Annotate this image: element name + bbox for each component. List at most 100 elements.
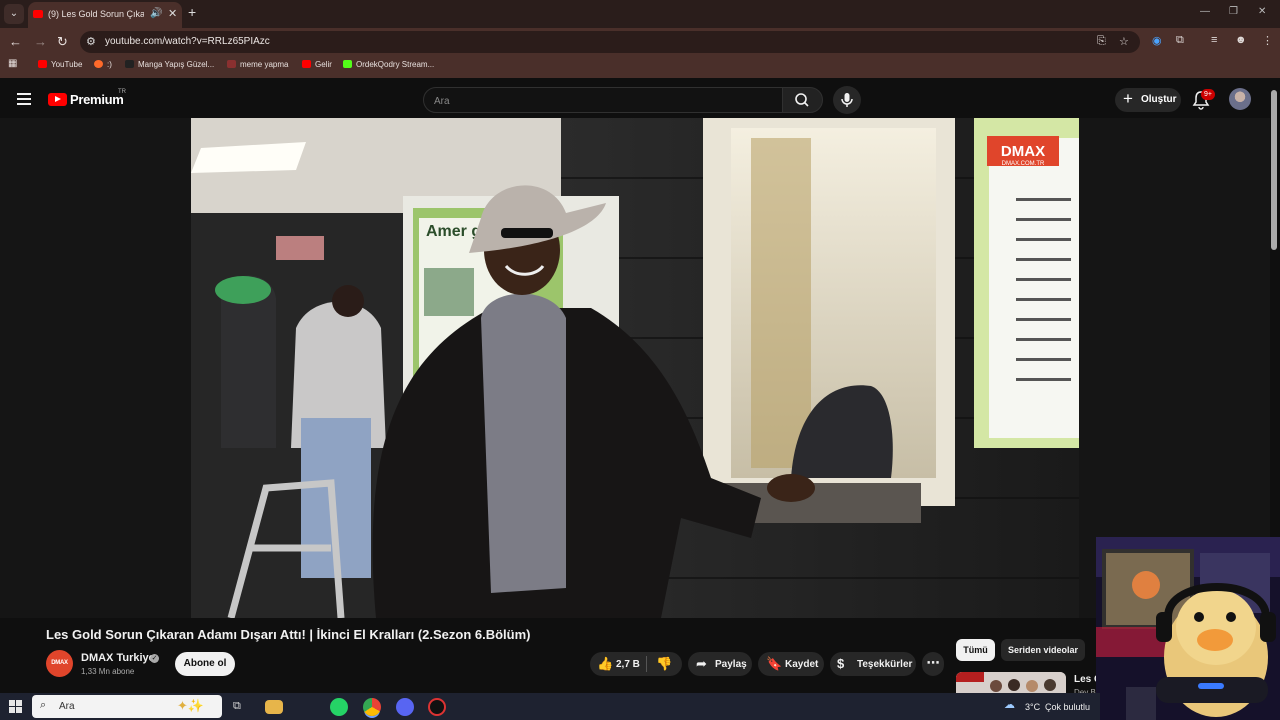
menu-icon[interactable]: [17, 93, 31, 105]
windows-taskbar: ⌕ Ara ✦✨ ⧉: [0, 693, 1100, 720]
bookmark-smiley[interactable]: :): [94, 60, 112, 69]
url-text: youtube.com/watch?v=RRLz65PIAzc: [105, 36, 270, 47]
search-button[interactable]: [782, 87, 823, 113]
bookmark-meme[interactable]: meme yapma: [227, 60, 288, 69]
bookmark-star-icon[interactable]: ☆: [1119, 35, 1129, 48]
tab-strip: ⌄ (9) Les Gold Sorun Çıkaran 🔊 ✕ + — ❐ ✕: [0, 0, 1280, 28]
like-divider: [646, 656, 647, 672]
thanks-button[interactable]: $ Teşekkürler: [830, 652, 916, 676]
reload-button[interactable]: ↻: [57, 34, 68, 50]
youtube-logo-icon[interactable]: [48, 93, 67, 106]
profile-icon[interactable]: ☻: [1235, 34, 1247, 46]
extensions-puzzle-icon[interactable]: ⧉: [1176, 34, 1184, 47]
verified-badge-icon: ✓: [150, 654, 159, 663]
active-tab[interactable]: (9) Les Gold Sorun Çıkaran 🔊 ✕: [28, 2, 182, 28]
close-window-button[interactable]: ✕: [1258, 6, 1266, 17]
like-dislike-group: 👍 2,7 B 👎: [590, 652, 682, 676]
subscriber-count: 1,33 Mn abone: [81, 667, 135, 676]
share-icon: ➦: [696, 656, 707, 671]
microphone-icon: [841, 93, 853, 107]
weather-description: Çok bulutlu: [1045, 702, 1091, 712]
youtube-favicon-icon: [33, 10, 43, 18]
speaker-icon[interactable]: 🔊: [150, 8, 162, 19]
subscribe-button[interactable]: Abone ol: [175, 652, 235, 676]
video-player[interactable]: Amer gives DMAX DMAX.COM.TR: [0, 118, 1270, 618]
whatsapp-icon[interactable]: [330, 698, 348, 716]
page-scrollbar[interactable]: [1271, 90, 1277, 250]
create-button[interactable]: + Oluştur: [1115, 88, 1181, 112]
reading-list-icon[interactable]: ≡: [1211, 34, 1217, 46]
chrome-menu-icon[interactable]: ⋮: [1262, 34, 1273, 47]
save-button[interactable]: 🔖 Kaydet: [758, 652, 824, 676]
save-label: Kaydet: [785, 659, 819, 670]
account-avatar[interactable]: [1229, 88, 1251, 110]
thanks-label: Teşekkürler: [857, 659, 913, 670]
logo-text[interactable]: Premium: [70, 92, 124, 107]
video-still: Amer gives DMAX DMAX.COM.TR: [191, 118, 1079, 618]
weather-temperature: 3°C: [1025, 702, 1041, 712]
site-info-icon[interactable]: ⚙: [86, 35, 96, 48]
taskbar-search-label: Ara: [59, 701, 75, 712]
video-frame[interactable]: Amer gives DMAX DMAX.COM.TR: [191, 118, 1079, 618]
tab-title: (9) Les Gold Sorun Çıkaran: [48, 9, 144, 19]
taskbar-search[interactable]: ⌕ Ara ✦✨: [32, 695, 222, 718]
search-input[interactable]: [434, 93, 764, 109]
dislike-icon[interactable]: 👎: [656, 656, 672, 672]
install-app-icon[interactable]: ⎘: [1097, 35, 1106, 48]
thanks-icon: $: [837, 656, 845, 671]
voice-search-button[interactable]: [833, 86, 861, 114]
like-count[interactable]: 2,7 B: [616, 659, 640, 670]
bookmark-kick-stream[interactable]: OrdekQodry Stream...: [343, 60, 434, 69]
weather-icon: ☁: [1004, 699, 1015, 711]
apps-grid-icon[interactable]: ▦: [8, 58, 17, 69]
extension-icon[interactable]: ◉: [1152, 34, 1162, 47]
channel-avatar[interactable]: DMAX: [46, 650, 73, 677]
video-title: Les Gold Sorun Çıkaran Adamı Dışarı Attı…: [46, 627, 531, 642]
search-icon: [795, 93, 809, 107]
dmax-watermark-sub: DMAX.COM.TR: [1002, 161, 1045, 167]
tab-search-button[interactable]: ⌄: [4, 4, 24, 24]
youtube-masthead: Premium TR + Oluştur 9+: [0, 81, 1280, 119]
bookmarks-bar: ▦ YouTube :) Manga Yapış Güzel... meme y…: [0, 56, 1280, 78]
minimize-button[interactable]: —: [1200, 6, 1210, 17]
file-explorer-icon[interactable]: [265, 700, 283, 714]
bookmark-youtube[interactable]: YouTube: [38, 60, 82, 69]
plus-icon: +: [1123, 89, 1133, 108]
address-bar[interactable]: ⚙ youtube.com/watch?v=RRLz65PIAzc ⎘ ☆: [80, 31, 1140, 53]
browser-toolbar: ← → ↻ ⚙ youtube.com/watch?v=RRLz65PIAzc …: [0, 28, 1280, 56]
webcam-overlay: [1096, 537, 1280, 720]
recommended-video-thumbnail[interactable]: [956, 672, 1066, 694]
chrome-icon[interactable]: [363, 698, 381, 716]
webcam-image: [1096, 537, 1280, 720]
task-view-icon[interactable]: ⧉: [233, 700, 241, 713]
bookmark-gelir[interactable]: Gelir: [302, 60, 332, 69]
search-highlight-icon: ✦✨: [177, 698, 205, 713]
search-box[interactable]: [423, 87, 783, 113]
restore-button[interactable]: ❐: [1229, 6, 1238, 17]
like-icon[interactable]: 👍: [597, 656, 613, 672]
manga-site-icon: [125, 60, 134, 68]
share-button[interactable]: ➦ Paylaş: [688, 652, 752, 676]
share-label: Paylaş: [715, 659, 747, 670]
meme-site-icon: [227, 60, 236, 68]
close-tab-icon[interactable]: ✕: [168, 7, 177, 20]
search-icon: ⌕: [40, 699, 47, 711]
orange-circle-icon: [94, 60, 103, 68]
bookmark-manga[interactable]: Manga Yapış Güzel...: [125, 60, 214, 69]
new-tab-button[interactable]: +: [188, 4, 196, 20]
back-button[interactable]: ←: [9, 34, 22, 49]
discord-icon[interactable]: [396, 698, 414, 716]
notification-badge: 9+: [1201, 89, 1215, 100]
chip-all[interactable]: Tümü: [956, 639, 995, 661]
youtube-bookmark-icon: [38, 60, 47, 68]
obs-icon[interactable]: [428, 698, 446, 716]
chip-series-videos[interactable]: Seriden videolar: [1001, 639, 1085, 661]
kick-icon: [343, 60, 352, 68]
country-code: TR: [118, 89, 126, 95]
more-actions-icon[interactable]: ⋯: [922, 652, 944, 676]
youtube-bookmark-icon: [302, 60, 311, 68]
dmax-watermark: DMAX: [1001, 143, 1045, 160]
forward-button[interactable]: →: [34, 34, 47, 49]
channel-name[interactable]: DMAX Turkiye: [81, 652, 155, 664]
windows-start-icon[interactable]: [9, 700, 22, 713]
